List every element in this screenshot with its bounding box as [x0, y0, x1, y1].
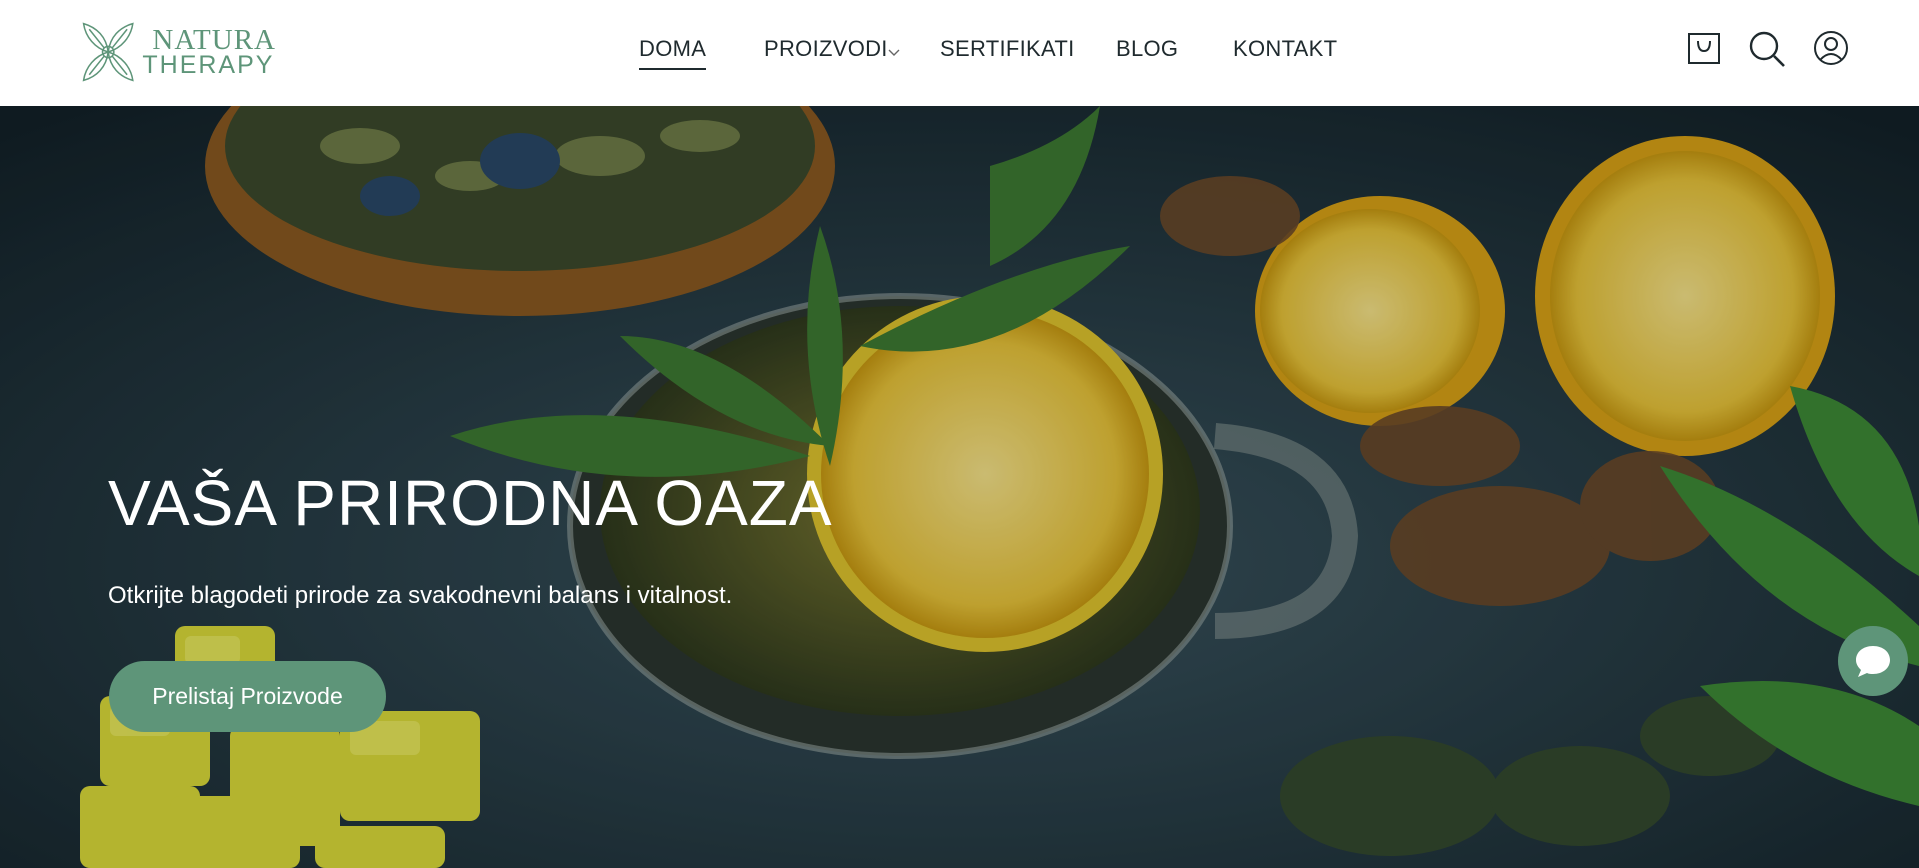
logo-wordmark: NATURA THERAPY [142, 26, 276, 78]
logo-line2: THERAPY [142, 51, 275, 79]
hero-title: VAŠA PRIRODNA OAZA [108, 467, 833, 539]
chat-button[interactable] [1838, 626, 1908, 696]
site-header: NATURA THERAPY DOMA PROIZVODI SERTIFIKAT… [0, 0, 1919, 106]
browse-products-button[interactable]: Prelistaj Proizvode [109, 661, 386, 732]
hero-subtitle: Otkrijte blagodeti prirode za svakodnevn… [108, 582, 733, 609]
chat-bubble-icon [1856, 646, 1890, 677]
leaf-logo-icon [82, 22, 134, 82]
search-icon[interactable] [1748, 30, 1785, 67]
site-logo[interactable]: NATURA THERAPY [76, 18, 276, 86]
shopping-bag-icon[interactable] [1686, 30, 1722, 66]
user-icon[interactable] [1813, 30, 1849, 66]
nav-item-sertifikati[interactable]: SERTIFIKATI [940, 36, 1075, 62]
chevron-down-icon[interactable] [888, 44, 900, 60]
nav-item-kontakt[interactable]: KONTAKT [1233, 36, 1337, 62]
nav-item-blog[interactable]: BLOG [1116, 36, 1178, 62]
nav-item-proizvodi[interactable]: PROIZVODI [764, 36, 888, 62]
hero-section: VAŠA PRIRODNA OAZA Otkrijte blagodeti pr… [0, 106, 1919, 868]
nav-item-doma[interactable]: DOMA [639, 36, 707, 70]
